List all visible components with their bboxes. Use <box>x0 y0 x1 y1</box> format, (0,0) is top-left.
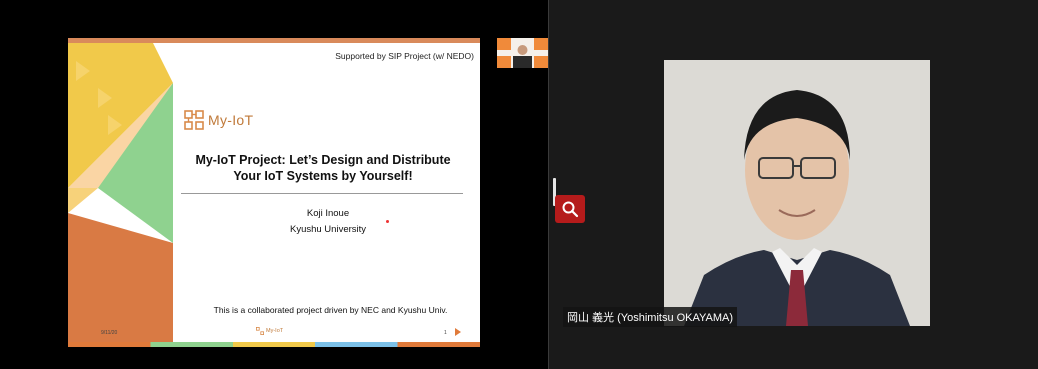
participant-portrait <box>664 60 930 326</box>
title-line-1: My-IoT Project: Let’s Design and Distrib… <box>195 153 451 167</box>
shared-screen-pane[interactable]: Supported by SIP Project (w/ NEDO) My-Io… <box>0 0 548 369</box>
slide-title: My-IoT Project: Let’s Design and Distrib… <box>178 152 468 184</box>
presenter-video-thumbnail[interactable] <box>497 38 548 68</box>
author-name: Koji Inoue <box>306 208 350 219</box>
myiot-logo: My-IoT <box>184 110 253 130</box>
participant-name-label: 岡山 義光 (Yoshimitsu OKAYAMA) <box>563 307 738 327</box>
collaboration-note: This is a collaborated project driven by… <box>213 305 448 315</box>
laser-pointer-dot <box>386 220 389 223</box>
slide-decoration <box>68 43 173 342</box>
presenter-thumbnail-image <box>497 38 548 68</box>
presentation-slide: Supported by SIP Project (w/ NEDO) My-Io… <box>68 38 480 347</box>
slide-date: 9/11/20 <box>101 330 118 336</box>
logo-text: My-IoT <box>208 112 254 128</box>
slide-footer-stripe <box>68 342 480 347</box>
author-affiliation: Kyushu University <box>289 224 367 235</box>
title-divider <box>181 193 463 194</box>
magnifier-icon <box>562 201 579 218</box>
footer-logo-text: My-IoT <box>266 328 284 334</box>
title-line-2: Your IoT Systems by Yourself! <box>233 169 413 183</box>
arrow-right-icon[interactable] <box>455 328 461 336</box>
supported-by-text: Supported by SIP Project (w/ NEDO) <box>335 51 474 61</box>
zoom-button[interactable] <box>555 195 585 223</box>
footer-logo-icon <box>256 327 264 335</box>
participant-video[interactable] <box>664 60 930 326</box>
myiot-logo-icon <box>184 110 204 130</box>
footer-logo: My-IoT <box>256 327 283 335</box>
slide-page-number: 1 <box>444 330 447 336</box>
